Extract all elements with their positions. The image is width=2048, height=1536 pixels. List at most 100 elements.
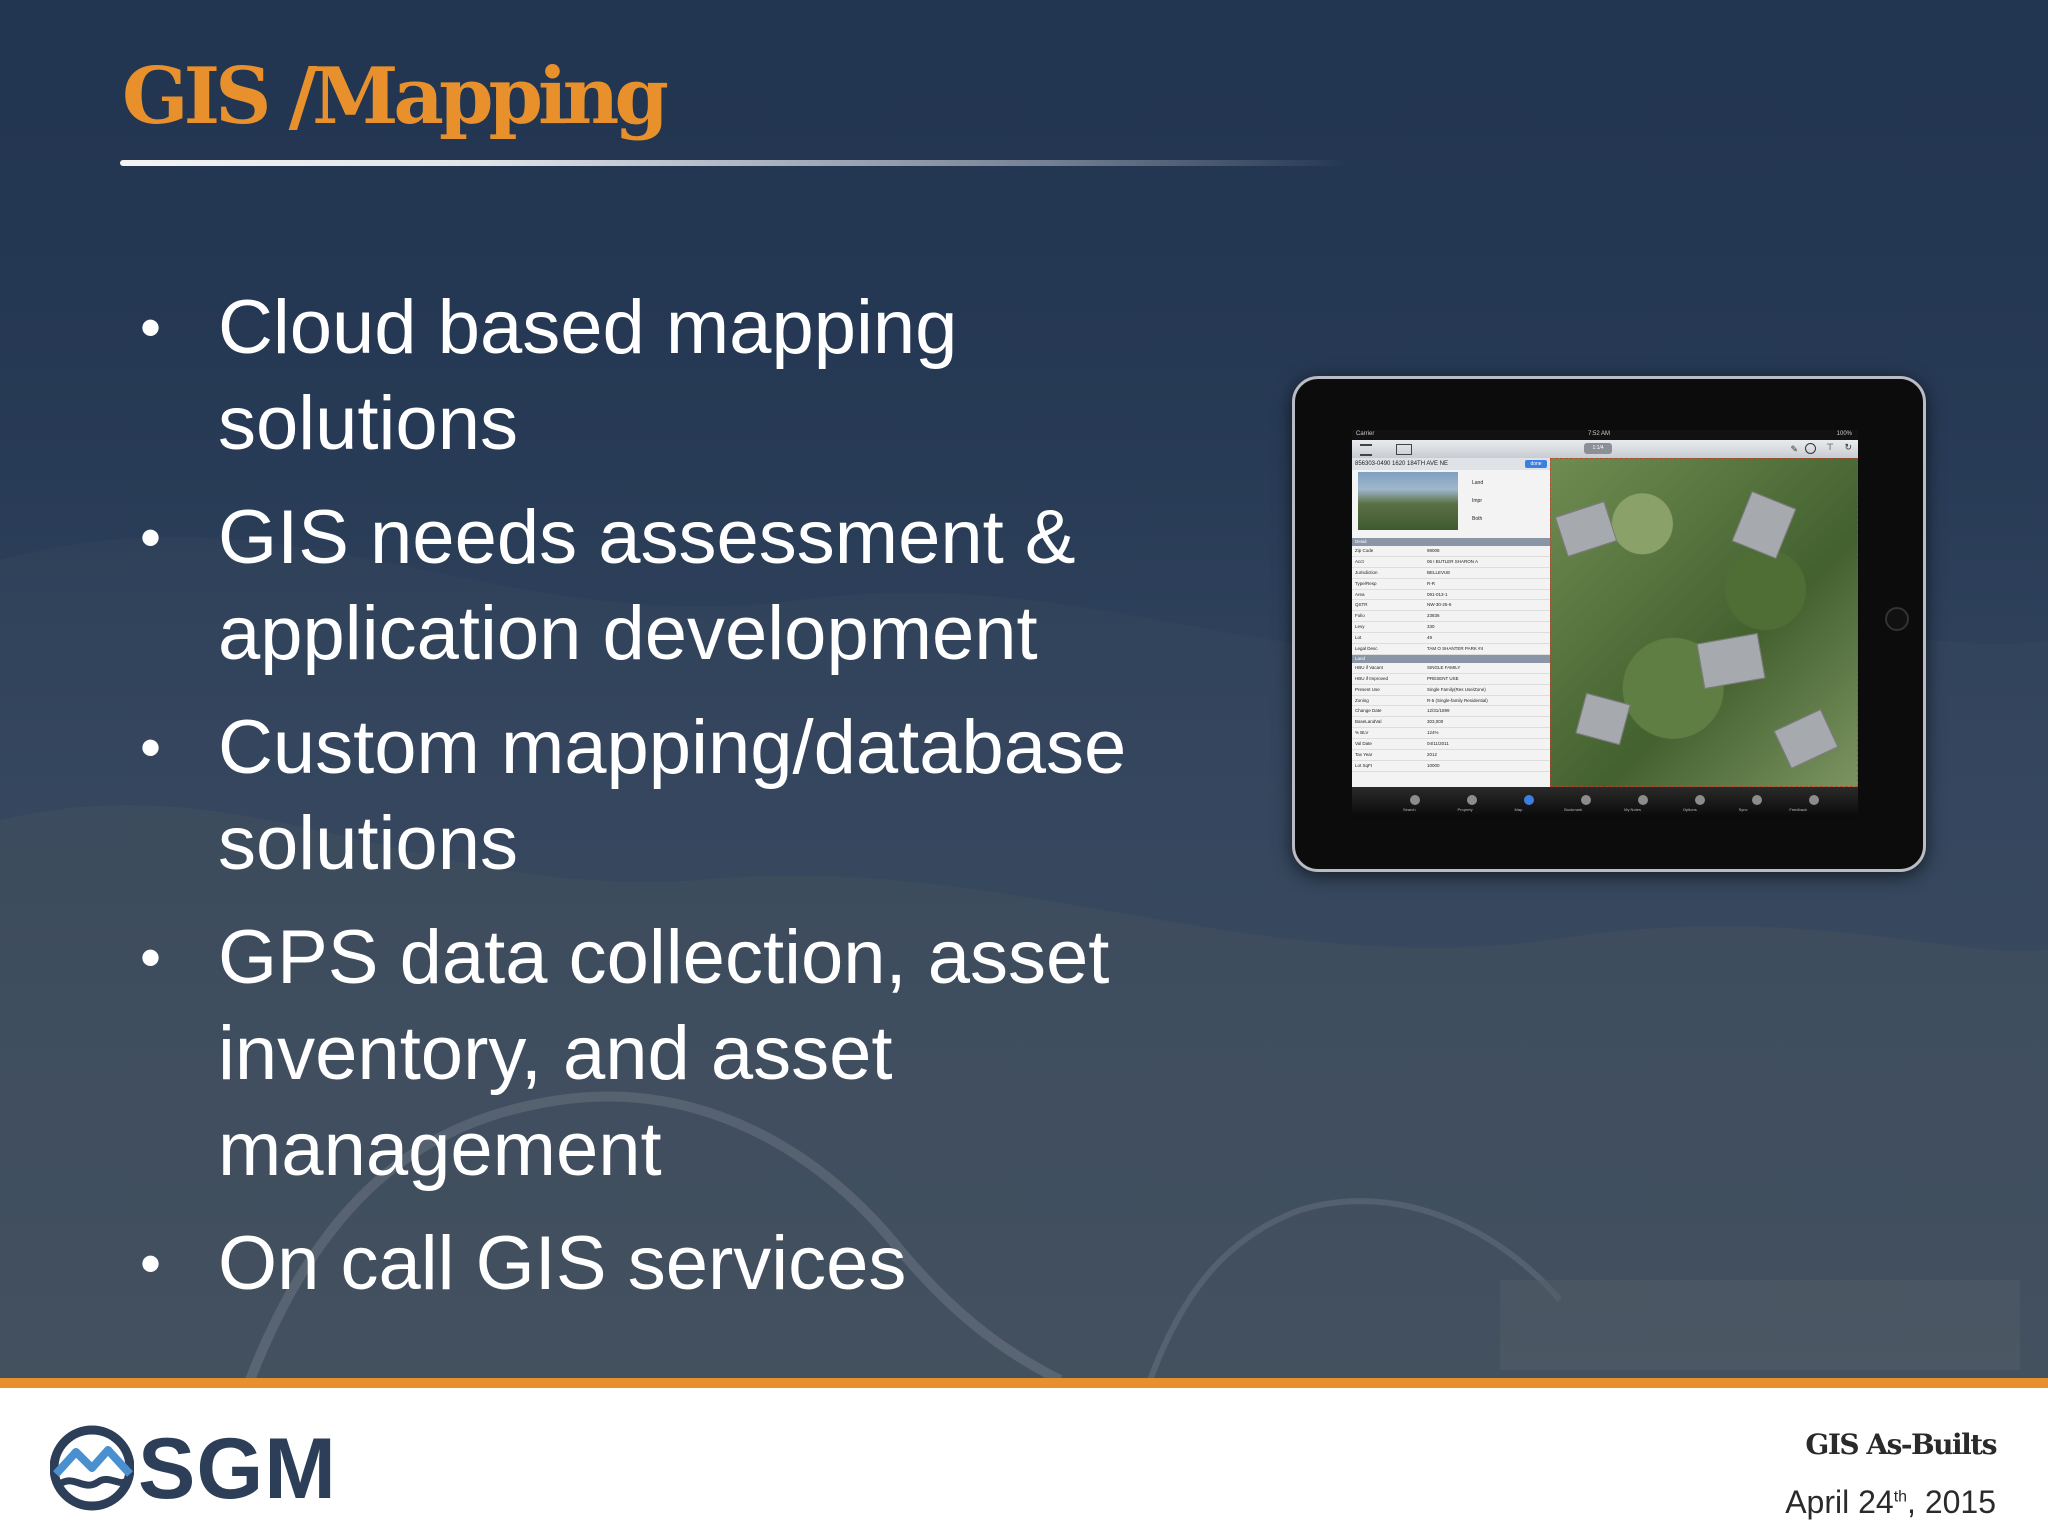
row-value: 23836	[1427, 613, 1440, 619]
tab-property-icon	[1467, 795, 1477, 805]
bullet-text: GIS needs assessment & application devel…	[218, 495, 1076, 676]
title-underline	[120, 160, 1350, 166]
row-label: BaseLandVal	[1355, 719, 1382, 725]
row-value: 10000	[1427, 762, 1440, 768]
logo-wordmark: SGM	[138, 1421, 337, 1517]
parcel-id: 856303-0490 1620 184TH AVE NE	[1355, 461, 1448, 467]
row-value: Single Family(Res Use/Zone)	[1427, 686, 1486, 692]
row-value: 98008	[1427, 548, 1440, 553]
bullet-text: GPS data collection, asset inventory, an…	[218, 915, 1110, 1192]
land-row: HBU if Vacant SINGLE FAMILY	[1352, 663, 1550, 674]
grid-icon	[1396, 444, 1412, 455]
row-value: R-5 (Single-family Residential)	[1427, 697, 1488, 703]
detail-row: Folio 23836	[1352, 611, 1550, 623]
bullet-item: • On call GIS services	[140, 1216, 1240, 1312]
detail-row: Acct 06 I BUTLER SHARON A	[1352, 557, 1550, 568]
land-row: Val Date 04/11/2011	[1352, 739, 1550, 751]
tab-notes-icon	[1638, 795, 1648, 805]
slide-body: GIS /Mapping • Cloud based mapping soluti…	[0, 0, 2048, 1380]
row-value: SINGLE FAMILY	[1427, 664, 1461, 670]
ipad-image: Carrier 7:52 AM 100% 1:1/4 ✎ ⊤ ↻ 856303-…	[1292, 376, 1926, 872]
land-row: Change Date 12/31/1899	[1352, 706, 1550, 718]
detail-row: QSTR NW-30-25-6	[1352, 600, 1550, 612]
parcel-boundaries	[1550, 458, 1858, 787]
row-label: Jurisdiction	[1355, 569, 1378, 575]
tab-label: Feedback	[1789, 807, 1807, 812]
tab-label: Bookmark	[1564, 807, 1583, 812]
value-toggles: Land Impr Both	[1472, 474, 1483, 528]
bullet-glyph: •	[140, 294, 162, 361]
detail-row: Lot 49	[1352, 633, 1550, 645]
compass-icon	[1805, 443, 1816, 454]
parcel-detail-rows: Detail Zip Code 98008 Acct 06 I BUTLER SHA…	[1352, 538, 1550, 772]
ios-status-bar: Carrier 7:52 AM 100%	[1352, 430, 1858, 440]
aerial-map	[1550, 458, 1858, 787]
tab-map-icon	[1524, 795, 1534, 805]
tab-search-icon	[1410, 795, 1420, 805]
tab-sync-icon	[1752, 795, 1762, 805]
footer-date: April 24th, 2015	[1785, 1484, 1996, 1521]
tab-label: Property	[1457, 807, 1473, 812]
app-nav-bar: 1:1/4 ✎ ⊤ ↻	[1352, 440, 1858, 459]
row-label: Zip Code	[1355, 548, 1374, 553]
pin-icon: ✎	[1790, 444, 1798, 454]
menu-icon	[1360, 444, 1372, 456]
section-detail: Detail	[1352, 538, 1550, 546]
bullet-text: Cloud based mapping solutions	[218, 285, 958, 466]
app-tab-bar: Search Property Map Bookmark My Notes Op…	[1352, 787, 1858, 817]
bullet-item: • GPS data collection, asset inventory, a…	[140, 910, 1240, 1198]
row-value: 49	[1427, 635, 1433, 641]
tab-label: Sync	[1738, 807, 1748, 812]
done-button: done	[1525, 460, 1547, 468]
detail-row: Levy 330	[1352, 622, 1550, 634]
bullet-item: • Cloud based mapping solutions	[140, 280, 1240, 472]
land-row: Tax Year 2012	[1352, 750, 1550, 761]
bullet-glyph: •	[140, 714, 162, 781]
footer-accent-bar	[0, 1378, 2048, 1388]
tab-feedback-icon	[1809, 795, 1819, 805]
land-row: Zoning R-5 (Single-family Residential)	[1352, 696, 1550, 707]
footer-doc-title: GIS As-Builts	[1805, 1428, 1997, 1461]
bullet-glyph: •	[140, 504, 162, 571]
section-land: Land	[1352, 654, 1550, 663]
gis-app-screenshot: Carrier 7:52 AM 100% 1:1/4 ✎ ⊤ ↻ 856303-…	[1352, 430, 1858, 817]
land-row: HBU if Improved PRESENT USE	[1352, 674, 1550, 685]
row-label: Acct	[1355, 558, 1364, 564]
row-value: TAM O SHANTER PARK #4	[1427, 646, 1484, 652]
sgm-logo: SGM	[50, 1421, 370, 1517]
home-button-icon	[1885, 607, 1909, 631]
row-value: 2012	[1427, 752, 1438, 758]
row-label: Change Date	[1355, 708, 1382, 714]
row-label: Present Use	[1355, 686, 1380, 692]
bullet-glyph: •	[140, 1230, 162, 1297]
land-row: Present Use Single Family(Res Use/Zone)	[1352, 685, 1550, 696]
row-label: QSTR	[1355, 602, 1368, 608]
row-label: Zoning	[1355, 697, 1369, 703]
toggle-impr: Impr	[1472, 498, 1482, 504]
row-label: HBU if Improved	[1355, 675, 1389, 681]
parcel-info-panel: 856303-0490 1620 184TH AVE NE done Land …	[1352, 458, 1551, 787]
toggle-both: Both	[1472, 516, 1483, 522]
detail-row: Type/Resp R-R	[1352, 579, 1550, 590]
slide-title: GIS /Mapping	[122, 51, 669, 142]
bullet-list: • Cloud based mapping solutions • GIS need…	[140, 280, 1240, 1330]
date-ordinal: th	[1893, 1488, 1908, 1506]
measure-icon: ⊤	[1826, 442, 1834, 452]
date-month-day: April 24	[1785, 1484, 1894, 1520]
row-label: Type/Resp	[1355, 580, 1377, 586]
sgm-mountain-wave-icon	[50, 1425, 134, 1511]
tab-label: Map	[1514, 807, 1523, 812]
status-carrier: Carrier	[1356, 431, 1375, 437]
row-label: Tax Year	[1355, 752, 1373, 758]
status-time: 7:52 AM	[1588, 431, 1611, 437]
row-value: 04/11/2011	[1427, 741, 1449, 747]
bullet-text: Custom mapping/database solutions	[218, 705, 1127, 886]
row-label: Lot SqFt	[1355, 762, 1373, 768]
detail-row: Jurisdiction BELLEVUE	[1352, 568, 1550, 579]
land-row: % BLV 124%	[1352, 728, 1550, 740]
row-value: R-R	[1427, 580, 1435, 586]
row-value: 303,000	[1427, 719, 1444, 725]
tab-label: Options	[1682, 807, 1697, 812]
row-label: Lot	[1355, 635, 1362, 641]
row-value: 330	[1427, 624, 1435, 630]
